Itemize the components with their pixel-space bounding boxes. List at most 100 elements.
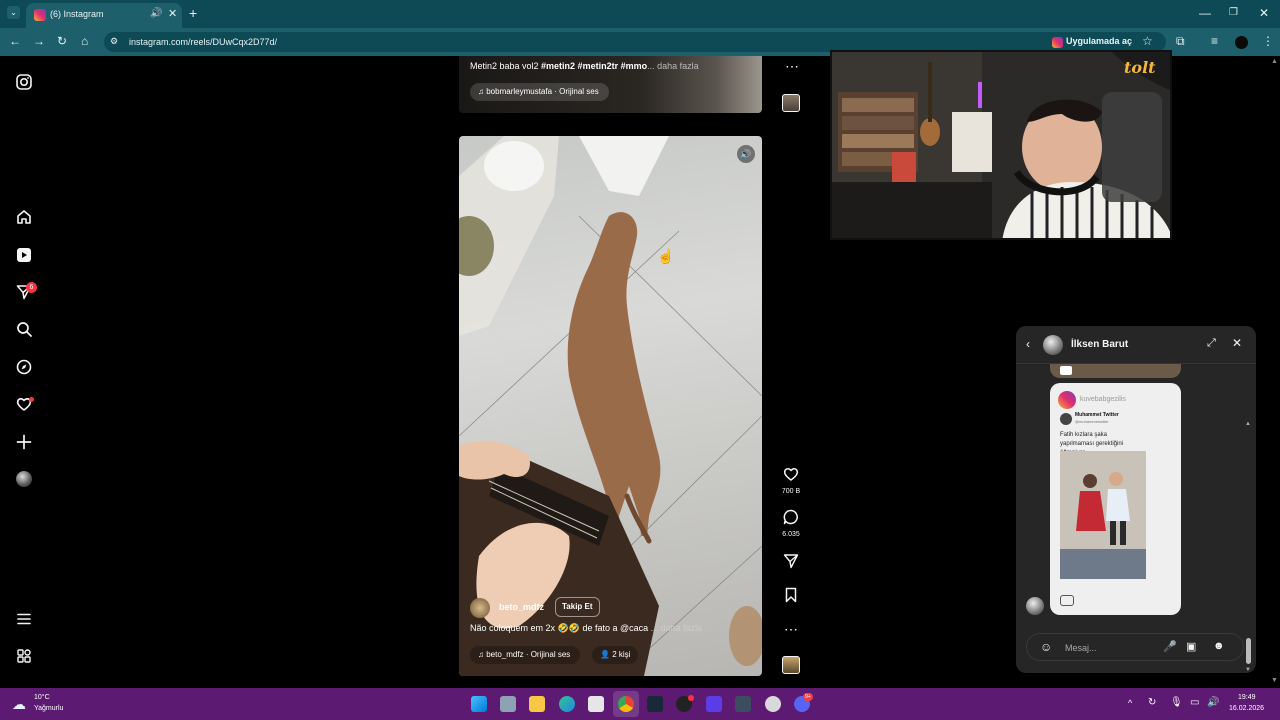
tweet-avatar — [1060, 413, 1072, 425]
file-explorer-icon[interactable] — [529, 696, 545, 712]
tagged-people[interactable]: 👤 2 kişi — [592, 646, 639, 664]
microsoft-store-icon[interactable] — [588, 696, 604, 712]
close-chat-icon[interactable]: ✕ — [1232, 336, 1242, 350]
edge-browser-icon[interactable] — [559, 696, 575, 712]
current-reel-video[interactable]: 🔊 ☝ beto_mdfz Takip Et Não coloquem em 2… — [459, 136, 762, 676]
audio-label: bobmarleymustafa · Orijinal ses — [486, 87, 599, 96]
tweet-handle: @muhammetwitter — [1075, 419, 1109, 424]
explore-compass-icon[interactable] — [16, 359, 32, 375]
home-icon[interactable] — [16, 209, 32, 225]
audio-thumbnail[interactable] — [782, 656, 800, 674]
expand-chat-icon[interactable]: ⤢ — [1207, 337, 1216, 350]
weather-rain-icon[interactable]: ☁ — [12, 696, 26, 713]
clock-date[interactable]: 16.02.2026 — [1229, 705, 1264, 712]
start-windows-icon[interactable] — [471, 696, 487, 712]
weather-temperature[interactable]: 10°C — [34, 694, 50, 701]
sticker-icon[interactable]: ☻ — [1213, 640, 1225, 652]
restore-window-button[interactable]: ❐ — [1229, 5, 1238, 21]
creator-avatar[interactable] — [470, 598, 490, 618]
create-plus-icon[interactable] — [16, 434, 32, 450]
previous-reel[interactable]: Metin2 baba vol2 #metin2 #metin2tr #mmo.… — [459, 56, 762, 113]
close-window-button[interactable]: ✕ — [1259, 5, 1269, 21]
save-action[interactable] — [781, 587, 801, 608]
chat-back-icon[interactable]: ‹ — [1026, 337, 1030, 351]
caption-hashtags[interactable]: #metin2 #metin2tr #mmo — [541, 61, 647, 71]
volume-tray-icon[interactable]: 🔊 — [1207, 697, 1219, 708]
browser-tab-instagram[interactable]: (6) Instagram 🔊 ✕ — [26, 3, 182, 28]
heart-icon[interactable] — [783, 466, 799, 482]
creator-username[interactable]: beto_mdfz — [499, 602, 544, 612]
notification-dot — [29, 397, 34, 402]
media-control-icon[interactable]: ≡ — [1211, 34, 1218, 48]
close-tab-icon[interactable]: ✕ — [168, 7, 177, 20]
scroll-up-arrow[interactable]: ▲ — [1271, 58, 1278, 65]
follow-button[interactable]: Takip Et — [555, 597, 600, 617]
open-in-app-button[interactable]: Uygulamada aç — [1066, 36, 1132, 46]
sync-icon[interactable]: ↻ — [1148, 697, 1156, 708]
reel-video-frame — [459, 136, 762, 676]
more-link[interactable]: ... daha fazla — [651, 623, 703, 633]
speaker-icon[interactable]: 🔊 — [150, 8, 162, 19]
back-arrow-icon[interactable]: ← — [9, 34, 21, 48]
contact-avatar[interactable] — [1043, 335, 1063, 355]
also-from-meta-icon[interactable] — [16, 648, 32, 664]
more-options-icon[interactable]: ⋯ — [781, 621, 801, 638]
emoji-icon[interactable]: ☺ — [1040, 640, 1052, 654]
previous-audio-thumbnail[interactable] — [782, 94, 800, 112]
chat-scroll-up[interactable]: ▲ — [1245, 421, 1251, 427]
steam-icon[interactable] — [647, 696, 663, 712]
task-view-icon[interactable] — [500, 696, 516, 712]
settings-gear-icon[interactable] — [765, 696, 781, 712]
microphone-tray-icon[interactable]: 🎙 — [1170, 697, 1183, 708]
volume-icon[interactable]: 🔊 — [737, 145, 755, 163]
weather-description[interactable]: Yağmurlu — [34, 705, 63, 712]
site-info-icon[interactable]: ⚙ — [110, 36, 118, 47]
bookmark-star-icon[interactable]: ☆ — [1142, 34, 1153, 48]
reel-type-icon — [1060, 595, 1074, 606]
extensions-icon[interactable]: ⧉ — [1176, 34, 1185, 49]
instagram-logo-icon[interactable] — [16, 74, 32, 90]
share-action[interactable] — [781, 553, 801, 574]
clock-time[interactable]: 19:49 — [1238, 694, 1256, 701]
microphone-icon[interactable]: 🎤 — [1163, 640, 1177, 653]
chrome-browser-icon[interactable] — [618, 696, 634, 712]
sender-avatar — [1026, 597, 1044, 615]
home-icon[interactable]: ⌂ — [81, 34, 88, 48]
profile-avatar-icon[interactable] — [1235, 36, 1248, 49]
previous-more-options-icon[interactable]: ⋯ — [785, 58, 799, 75]
bookmark-icon[interactable] — [783, 587, 799, 603]
menu-kebab-icon[interactable]: ⋮ — [1262, 34, 1274, 48]
contact-name[interactable]: İlksen Barut — [1071, 339, 1128, 350]
more-link[interactable]: ... daha fazla — [647, 61, 699, 71]
image-upload-icon[interactable]: ▣ — [1186, 640, 1196, 653]
tab-search-button[interactable]: ⌄ — [7, 6, 20, 19]
share-icon[interactable] — [783, 553, 799, 569]
profile-avatar[interactable] — [16, 471, 32, 487]
forward-arrow-icon[interactable]: → — [33, 34, 45, 48]
comment-action[interactable]: 6.035 — [781, 509, 801, 538]
search-icon[interactable] — [16, 321, 32, 337]
show-hidden-icons[interactable]: ^ — [1128, 698, 1132, 708]
reload-icon[interactable]: ↻ — [57, 34, 67, 48]
instagram-page: 6 Metin2 baba vol2 #metin2 #metin2tr #mm… — [0, 50, 1280, 688]
grid-app-icon[interactable] — [706, 696, 722, 712]
more-menu-icon[interactable] — [16, 611, 32, 627]
shared-post-card[interactable]: kuvebabgezilis Muhammet Twitter @muhamme… — [1050, 383, 1181, 615]
like-action[interactable]: 700 B — [781, 466, 801, 495]
current-reel-audio[interactable]: ♫ beto_mdfz · Orijinal ses — [470, 646, 581, 664]
game-app-icon[interactable] — [735, 696, 751, 712]
previous-reel-audio[interactable]: ♫ bobmarleymustafa · Orijinal ses — [470, 83, 609, 101]
dm-chat-popup: ‹ İlksen Barut ⤢ ✕ kuvebabgezilis Muhamm… — [1016, 326, 1256, 673]
minimize-window-button[interactable]: — — [1199, 5, 1211, 21]
chat-scrollbar-thumb[interactable] — [1246, 638, 1251, 664]
url-text[interactable]: instagram.com/reels/DUwCqx2D77d/ — [129, 37, 277, 47]
message-input[interactable]: ☺ Mesaj... 🎤 ▣ ☻ — [1026, 633, 1244, 661]
mouse-cursor: ☝ — [657, 248, 675, 264]
network-icon[interactable]: ▭ — [1190, 697, 1199, 708]
chat-scroll-down[interactable]: ▼ — [1245, 667, 1251, 673]
scroll-down-arrow[interactable]: ▼ — [1271, 677, 1278, 684]
reels-icon[interactable] — [16, 247, 32, 263]
comment-icon[interactable] — [783, 509, 799, 525]
new-tab-button[interactable]: + — [189, 5, 197, 21]
tweet-name: Muhammet Twitter — [1075, 412, 1119, 418]
